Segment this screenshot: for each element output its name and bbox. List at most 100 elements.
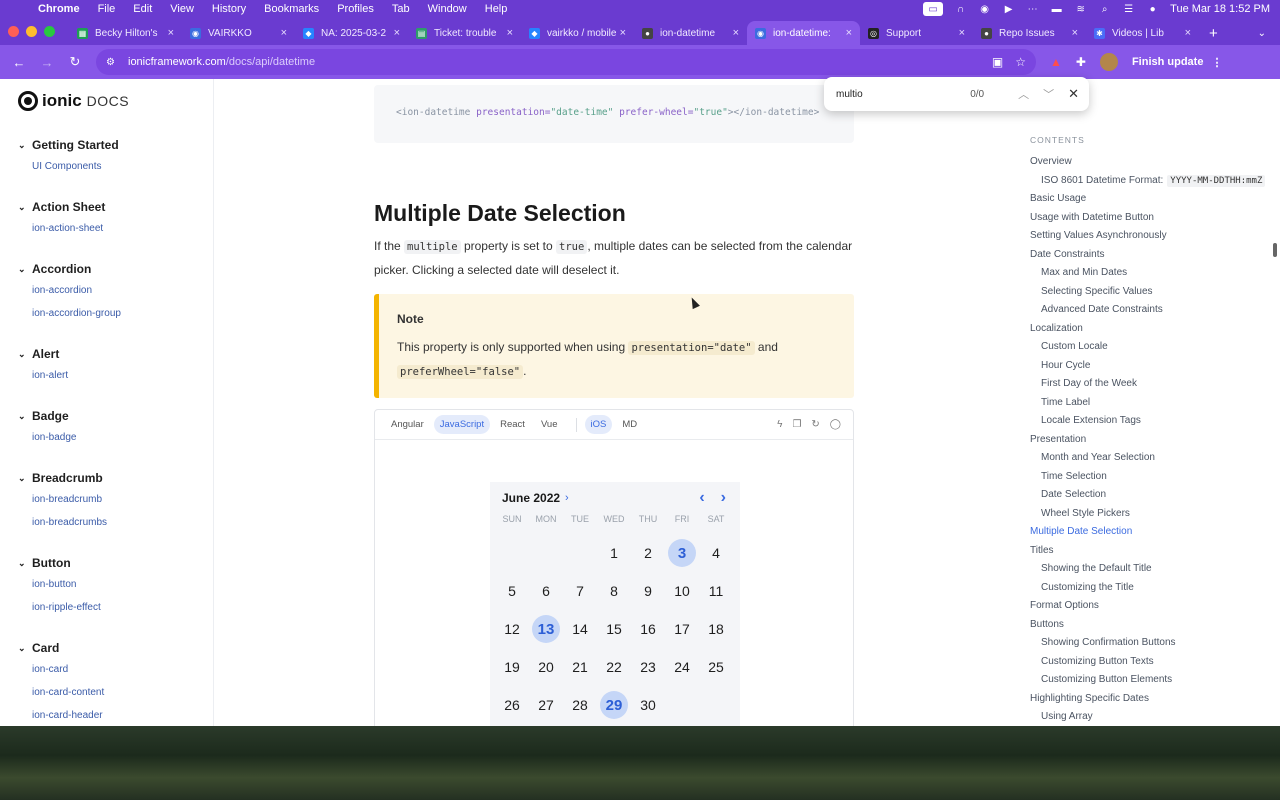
sidebar-link[interactable]: ion-accordion: [32, 285, 92, 296]
sidebar-section[interactable]: ⌄ Alert: [18, 347, 59, 361]
menu-edit[interactable]: Edit: [133, 3, 152, 15]
account-icon[interactable]: ◉: [978, 4, 991, 15]
sidebar-link[interactable]: ion-accordion-group: [32, 308, 121, 319]
calendar-day-selected[interactable]: 3: [665, 534, 699, 572]
calendar-day[interactable]: 20: [529, 648, 563, 686]
wifi-icon[interactable]: ≋: [1074, 4, 1087, 15]
calendar-day[interactable]: 11: [699, 572, 733, 610]
calendar-day[interactable]: 9: [631, 572, 665, 610]
calendar-day[interactable]: 24: [665, 648, 699, 686]
reload-button[interactable]: ↻: [64, 51, 86, 73]
toc-link[interactable]: Multiple Date Selection: [1030, 523, 1275, 542]
calendar-day-selected[interactable]: 13: [529, 610, 563, 648]
calendar-day[interactable]: 4: [699, 534, 733, 572]
ionic-docs-logo[interactable]: ionic DOCS: [18, 91, 129, 111]
sidebar-section[interactable]: ⌄ Breadcrumb: [18, 471, 103, 485]
browser-tab[interactable]: ● Repo Issues ×: [973, 21, 1086, 45]
calendar-day[interactable]: 1: [597, 534, 631, 572]
calendar-day[interactable]: 12: [495, 610, 529, 648]
toc-link[interactable]: Wheel Style Pickers: [1030, 505, 1275, 524]
tab-close-icon[interactable]: ×: [1072, 27, 1078, 39]
sidebar-section[interactable]: ⌄ Card: [18, 641, 59, 655]
toc-link[interactable]: Time Label: [1030, 394, 1275, 413]
dots-icon[interactable]: ⋯: [1026, 4, 1039, 15]
toc-link[interactable]: Time Selection: [1030, 468, 1275, 487]
address-bar[interactable]: ⚙ ionicframework.com/docs/api/datetime ▣…: [96, 49, 1036, 75]
sidebar-link[interactable]: ion-breadcrumb: [32, 494, 102, 505]
browser-tab[interactable]: ▤ Ticket: trouble ×: [408, 21, 521, 45]
previous-month-button[interactable]: ‹: [699, 489, 704, 507]
finish-update-button[interactable]: Finish update ⋮: [1132, 56, 1223, 69]
toc-link[interactable]: Customizing Button Texts: [1030, 653, 1275, 672]
page-action-icon[interactable]: ▣: [992, 55, 1003, 69]
control-center-icon[interactable]: ☰: [1122, 4, 1135, 15]
sidebar-link[interactable]: ion-card-content: [32, 687, 104, 698]
forward-button[interactable]: →: [36, 51, 58, 73]
calendar-day[interactable]: 19: [495, 648, 529, 686]
toc-link[interactable]: Customizing the Title: [1030, 579, 1275, 598]
calendar-day[interactable]: 6: [529, 572, 563, 610]
sidebar-section[interactable]: ⌄ Action Sheet: [18, 200, 105, 214]
find-previous-button[interactable]: ︿: [1018, 86, 1029, 102]
toc-link[interactable]: Max and Min Dates: [1030, 264, 1275, 283]
calendar-day[interactable]: 16: [631, 610, 665, 648]
calendar-day[interactable]: 17: [665, 610, 699, 648]
sidebar-section[interactable]: ⌄ Accordion: [18, 262, 91, 276]
back-button[interactable]: ←: [8, 51, 30, 73]
calendar-day[interactable]: 21: [563, 648, 597, 686]
extensions-puzzle-icon[interactable]: ✚: [1076, 55, 1086, 69]
toc-link[interactable]: Hour Cycle: [1030, 357, 1275, 376]
calendar-day[interactable]: 27: [529, 686, 563, 724]
toc-link[interactable]: Using Array: [1030, 708, 1275, 726]
tab-close-icon[interactable]: ×: [1185, 27, 1191, 39]
calendar-month-label[interactable]: June 2022: [502, 491, 560, 505]
toc-link[interactable]: Localization: [1030, 320, 1275, 339]
calendar-day[interactable]: 26: [495, 686, 529, 724]
screen-share-icon[interactable]: ▭: [923, 2, 944, 16]
play-icon[interactable]: ▶: [1002, 4, 1015, 15]
sidebar-link[interactable]: ion-alert: [32, 370, 68, 381]
toc-link[interactable]: Custom Locale: [1030, 338, 1275, 357]
tab-close-icon[interactable]: ×: [281, 27, 287, 39]
tab-vue[interactable]: Vue: [535, 415, 564, 434]
toc-link[interactable]: Customizing Button Elements: [1030, 671, 1275, 690]
calendar-day[interactable]: 7: [563, 572, 597, 610]
toc-link[interactable]: Setting Values Asynchronously: [1030, 227, 1275, 246]
toc-link[interactable]: Date Selection: [1030, 486, 1275, 505]
sidebar-link[interactable]: ion-button: [32, 579, 76, 590]
calendar-day[interactable]: 22: [597, 648, 631, 686]
sidebar-section[interactable]: ⌄ Getting Started: [18, 138, 119, 152]
browser-tab[interactable]: ▦ Becky Hilton's ×: [69, 21, 182, 45]
browser-tab[interactable]: ◆ vairkko / mobile ×: [521, 21, 634, 45]
headphones-icon[interactable]: ∩: [954, 4, 967, 15]
site-info-icon[interactable]: ⚙: [106, 57, 120, 68]
menu-bookmarks[interactable]: Bookmarks: [264, 3, 319, 15]
menu-tab[interactable]: Tab: [392, 3, 410, 15]
browser-tab[interactable]: ◉ ion-datetime: ×: [747, 21, 860, 45]
page-scrollbar-thumb[interactable]: [1273, 243, 1277, 257]
browser-tab[interactable]: ● ion-datetime ×: [634, 21, 747, 45]
stackblitz-icon[interactable]: ϟ: [777, 419, 782, 430]
menu-view[interactable]: View: [170, 3, 194, 15]
browser-tab[interactable]: ◎ Support ×: [860, 21, 973, 45]
toc-link[interactable]: Format Options: [1030, 597, 1275, 616]
sidebar-link[interactable]: ion-action-sheet: [32, 223, 103, 234]
menu-window[interactable]: Window: [428, 3, 467, 15]
maximize-window-icon[interactable]: [44, 26, 55, 37]
calendar-day[interactable]: 18: [699, 610, 733, 648]
calendar-day[interactable]: 5: [495, 572, 529, 610]
toc-link[interactable]: Highlighting Specific Dates: [1030, 690, 1275, 709]
sidebar-section[interactable]: ⌄ Button: [18, 556, 71, 570]
toc-link[interactable]: Selecting Specific Values: [1030, 283, 1275, 302]
calendar-day[interactable]: 28: [563, 686, 597, 724]
tab-close-icon[interactable]: ×: [168, 27, 174, 39]
close-window-icon[interactable]: [8, 26, 19, 37]
new-tab-button[interactable]: +: [1209, 21, 1218, 45]
toc-link[interactable]: Showing the Default Title: [1030, 560, 1275, 579]
browser-tab[interactable]: ◆ NA: 2025-03-2 ×: [295, 21, 408, 45]
tab-javascript[interactable]: JavaScript: [433, 415, 491, 434]
calendar-day[interactable]: 14: [563, 610, 597, 648]
tab-close-icon[interactable]: ×: [846, 27, 852, 39]
menu-history[interactable]: History: [212, 3, 246, 15]
battery-icon[interactable]: ▬: [1050, 4, 1063, 15]
